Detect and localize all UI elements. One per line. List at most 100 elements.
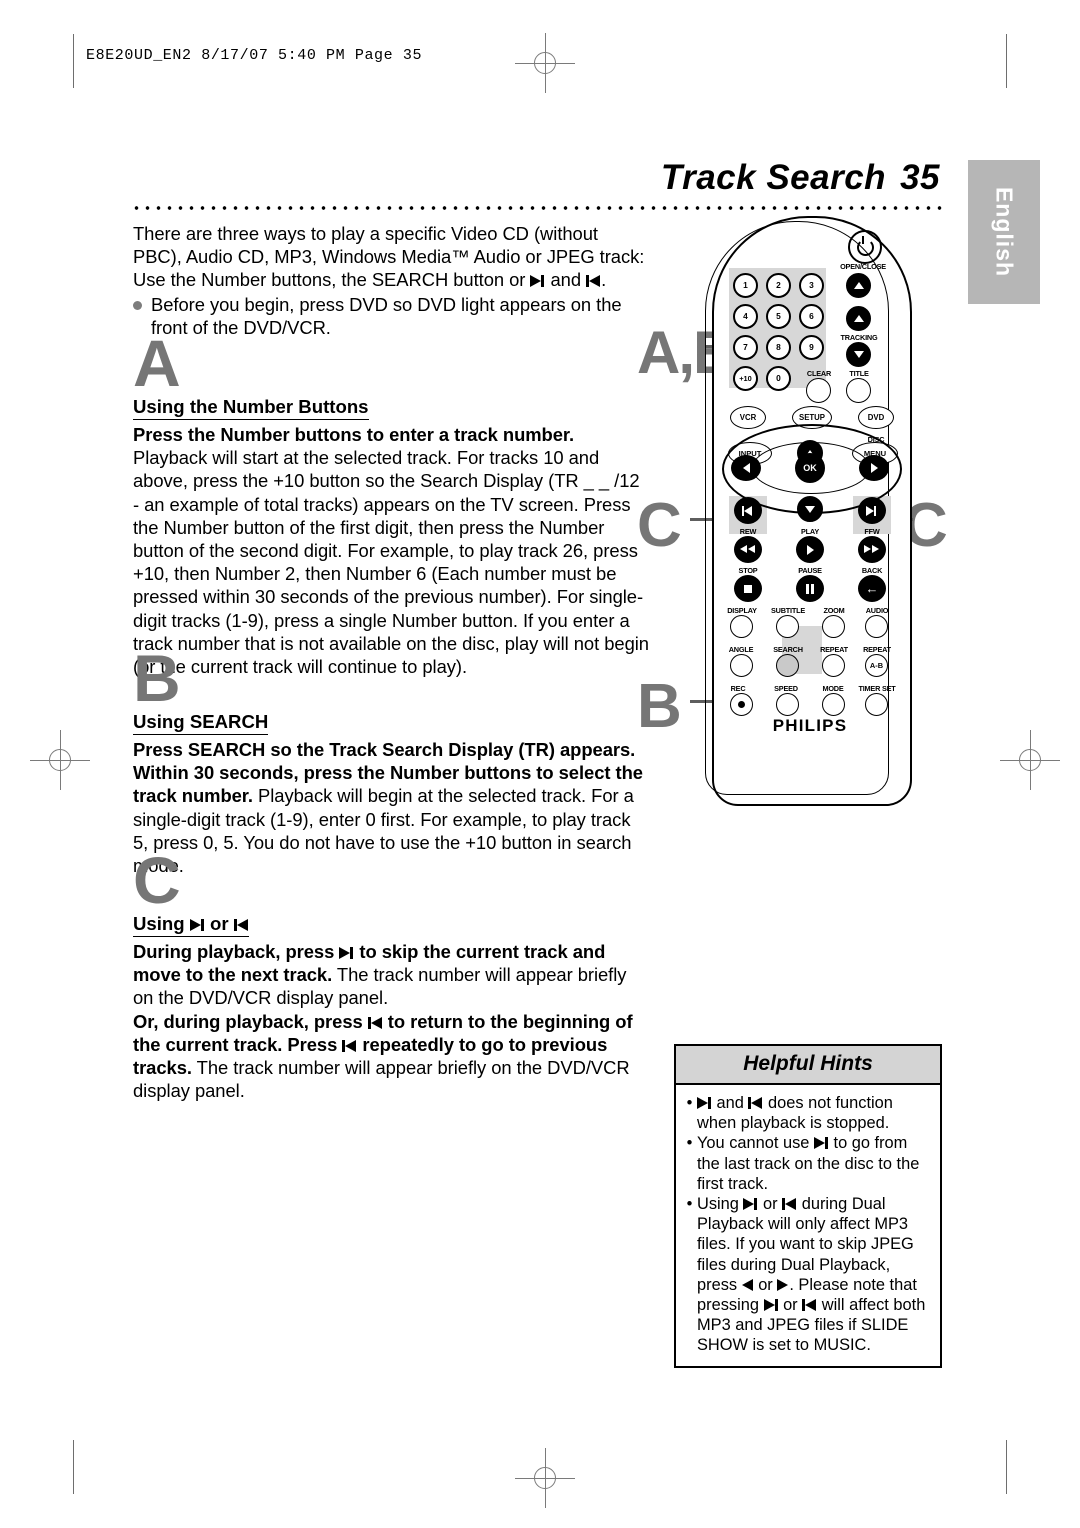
timer-set-button: [865, 693, 888, 716]
rec-button: [730, 693, 753, 716]
play-label: PLAY: [801, 527, 819, 536]
skip-next-icon: [813, 1137, 829, 1150]
bullet-icon: •: [686, 1134, 693, 1153]
intro-bullet-item: Before you begin, press DVD so DVD light…: [133, 293, 649, 339]
section-c-bold-2a: Or, during playback, press: [133, 1010, 368, 1032]
skip-next-button: [858, 497, 886, 524]
subtitle-button: [776, 615, 799, 638]
hint-item: • You cannot use to go from the last tra…: [682, 1133, 931, 1194]
hint-3-s3: or: [753, 1275, 778, 1294]
philips-brand-logo: PHILIPS: [772, 716, 848, 735]
trim-mark-top-right: [1006, 34, 1007, 88]
remote-button-5: 5: [766, 304, 791, 329]
skip-previous-icon: [802, 1299, 817, 1312]
back-button: ←: [858, 575, 886, 602]
helpful-hints-list: • and does not function when playback is…: [676, 1085, 940, 1366]
section-c-plain-2: The track number will appear briefly on …: [133, 1057, 630, 1102]
page-title: Track Search 35: [661, 158, 940, 198]
arrow-right-icon: [777, 1278, 789, 1291]
dvd-button: DVD: [858, 406, 894, 429]
skip-previous-icon: [367, 1016, 383, 1029]
speed-label: SPEED: [774, 684, 798, 693]
open-close-label: OPEN/CLOSE: [840, 262, 886, 271]
repeat-ab-button: A-B: [865, 654, 888, 677]
registration-mark-right: [1000, 730, 1060, 790]
section-b-subheading: Using SEARCH: [133, 711, 269, 735]
remote-control-illustration: OPEN/CLOSE 1 2 3 4 5 6 7 8 9 +10 0 TRACK…: [700, 216, 920, 816]
remote-button-6: 6: [799, 304, 824, 329]
zoom-label: ZOOM: [823, 606, 845, 615]
section-a-lead-bold: Press the Number buttons to enter a trac…: [133, 424, 575, 445]
vcr-button: VCR: [730, 406, 766, 429]
print-file-stamp: E8E20UD_EN2 8/17/07 5:40 PM Page 35: [86, 47, 423, 64]
ok-button: OK: [795, 453, 825, 483]
subtitle-label: SUBTITLE: [770, 606, 806, 615]
section-c-body-1: During playback, press to skip the curre…: [133, 940, 649, 1010]
trim-mark-top-left: [73, 34, 74, 88]
speed-button: [776, 693, 799, 716]
forward-button: [858, 536, 886, 563]
skip-previous-icon: [586, 275, 601, 288]
registration-mark-bottom: [515, 1448, 575, 1508]
hint-2-pre: You cannot use: [697, 1134, 814, 1153]
pause-label: PAUSE: [798, 566, 822, 575]
page-title-text: Track Search: [660, 158, 887, 197]
section-c: C Using or During playback, press to ski…: [133, 843, 649, 1103]
remote-button-9: 9: [799, 335, 824, 360]
tracking-down-button: [846, 342, 871, 367]
intro-bullet-text: Before you begin, press DVD so DVD light…: [151, 293, 622, 338]
registration-mark-top: [515, 33, 575, 93]
tracking-up-button: [846, 306, 871, 331]
section-c-bold-1a: During playback, press: [133, 941, 340, 962]
skip-next-icon: [530, 275, 545, 288]
section-c-body-2: Or, during playback, press to return to …: [133, 1010, 649, 1103]
callout-label-b: B: [637, 672, 682, 741]
section-c-letter: C: [133, 843, 181, 917]
section-b: B Using SEARCH Press SEARCH so the Track…: [133, 645, 649, 877]
repeat-label: REPEAT: [820, 645, 848, 654]
hint-3-s1: or: [758, 1195, 783, 1214]
section-c-subhead-mid: or: [204, 913, 234, 934]
trim-mark-bottom-right: [1006, 1440, 1007, 1494]
repeat-ab-label: REPEAT: [863, 645, 891, 654]
search-button: [776, 654, 799, 677]
section-a-subheading: Using the Number Buttons: [133, 396, 369, 420]
stop-button: [734, 575, 762, 602]
remote-button-1: 1: [733, 273, 758, 298]
timer-set-label: TIMER SET: [858, 684, 896, 693]
intro-paragraph: There are three ways to play a specific …: [133, 222, 649, 292]
section-c-subhead-prefix: Using: [133, 913, 190, 934]
section-c-subheading: Using or: [133, 913, 249, 937]
section-a-body-text: Playback will start at the selected trac…: [133, 447, 649, 678]
hint-item: • and does not function when playback is…: [682, 1093, 931, 1133]
section-a: A Using the Number Buttons Press the Num…: [133, 326, 649, 678]
language-tab-label: English: [991, 186, 1018, 278]
tracking-label: TRACKING: [840, 333, 878, 342]
bullet-icon: •: [686, 1195, 693, 1214]
skip-previous-button: [734, 497, 762, 524]
language-tab: English: [968, 160, 1040, 304]
remote-button-7: 7: [733, 335, 758, 360]
callout-label-c-left: C: [637, 491, 682, 560]
skip-next-icon: [743, 1198, 758, 1211]
rewind-button: [734, 536, 762, 563]
zoom-button: [822, 615, 845, 638]
eject-button: [846, 273, 871, 298]
page-number: 35: [900, 158, 940, 197]
remote-button-2: 2: [766, 273, 791, 298]
power-button-icon: [848, 230, 882, 264]
remote-button-plus10: +10: [733, 366, 758, 391]
skip-previous-icon: [342, 1039, 357, 1052]
angle-label: ANGLE: [728, 645, 754, 654]
helpful-hints-box: Helpful Hints • and does not function wh…: [674, 1044, 942, 1368]
nav-down-button: [797, 496, 823, 522]
stop-label: STOP: [738, 566, 758, 575]
mode-button: [822, 693, 845, 716]
title-button: [846, 378, 871, 403]
section-a-letter: A: [133, 326, 181, 400]
clear-button: [806, 378, 831, 403]
remote-button-0: 0: [766, 366, 791, 391]
audio-button: [865, 615, 888, 638]
back-label: BACK: [861, 566, 883, 575]
skip-next-icon: [339, 947, 354, 959]
